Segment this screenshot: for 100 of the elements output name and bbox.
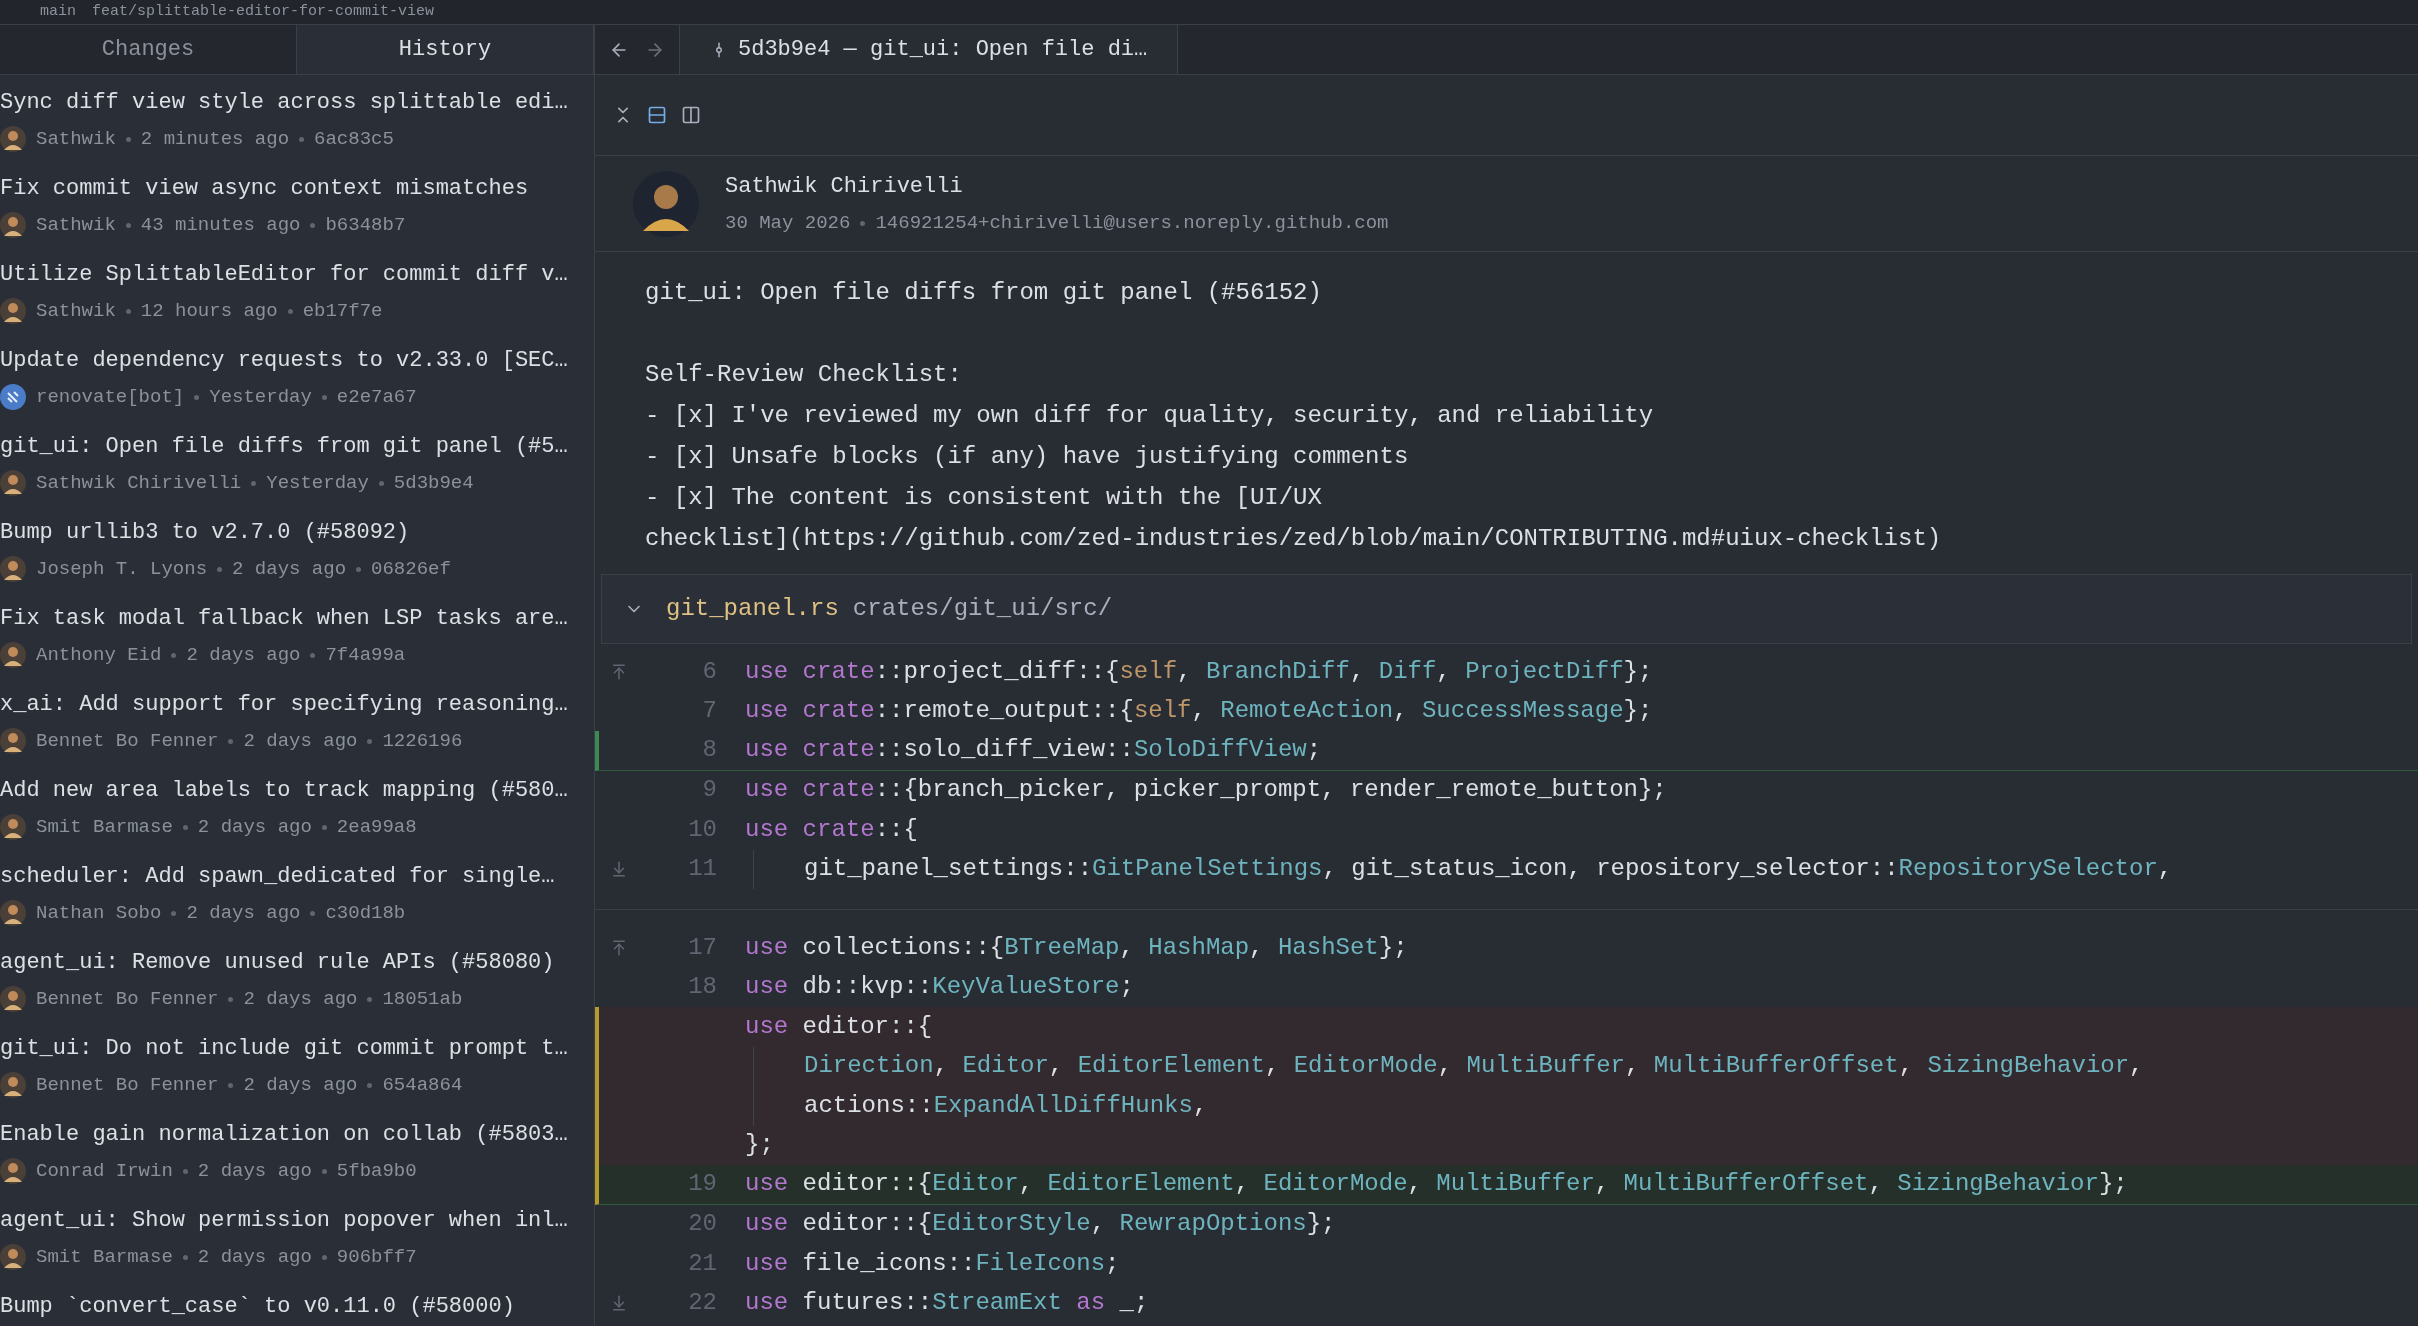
commit-time: 2 days ago (186, 643, 301, 668)
line-number: 21 (688, 1249, 717, 1277)
avatar-icon (0, 298, 26, 324)
commit-message-line: - [x] I've reviewed my own diff for quality, security, and reliability (645, 401, 1655, 431)
file-name: git_panel.rs (666, 594, 839, 624)
avatar-icon (0, 126, 26, 152)
line-number: 19 (688, 1170, 717, 1198)
commit-sha: e2e7a67 (336, 385, 417, 410)
code-text: use crate::{branch_picker, picker_prompt, render_remote_button}; (745, 775, 1667, 806)
line-number: 22 (688, 1289, 717, 1317)
commit-sha: 7f4a99a (325, 643, 406, 668)
line-number: 6 (702, 657, 717, 685)
commit-sha: 906bff7 (336, 1245, 417, 1270)
commit-title[interactable]: git_ui: Open file diffs from git panel (#5… (0, 432, 586, 462)
commit-date: 30 May 2026 (725, 210, 851, 236)
avatar-icon (0, 470, 26, 496)
commit-author: Bennet Bo Fenner (36, 987, 219, 1012)
commit-title[interactable]: Sync diff view style across splittable edi… (0, 88, 586, 118)
commit-author: Sathwik (36, 127, 116, 152)
commit-author: Conrad Irwin (36, 1159, 173, 1184)
code-text: use editor::{ (745, 1011, 933, 1042)
commit-time: 2 days ago (197, 815, 312, 840)
commit-sha: 06826ef (371, 557, 451, 582)
split-view-icon[interactable] (681, 105, 701, 125)
commit-title[interactable]: agent_ui: Show permission popover when inl… (0, 1206, 586, 1236)
commit-message-line: - [x] Unsafe blocks (if any) have justifying comments (645, 442, 1410, 472)
commit-message-line: - [x] The content is consistent with the [UI/UX (645, 483, 1323, 513)
avatar-icon (0, 212, 26, 238)
code-text: }; (745, 1130, 774, 1161)
commit-title[interactable]: x_ai: Add support for specifying reasoning… (0, 690, 586, 720)
line-number: 17 (688, 933, 717, 961)
expand-up-icon[interactable] (610, 938, 628, 957)
commit-time: 2 days ago (186, 901, 301, 926)
code-text: actions::ExpandAllDiffHunks, (753, 1086, 1208, 1126)
expand-down-icon[interactable] (610, 860, 628, 879)
commit-title[interactable]: Add new area labels to track mapping (#580… (0, 776, 586, 806)
commit-author: Sathwik Chirivelli (36, 471, 242, 496)
commit-author: Bennet Bo Fenner (36, 1073, 219, 1098)
breadcrumb-item[interactable]: feat/splittable-editor-for-commit-view (92, 0, 435, 24)
commit-time: 2 days ago (197, 1245, 312, 1270)
code-text: use db::kvp::KeyValueStore; (745, 972, 1134, 1003)
code-text: use collections::{BTreeMap, HashMap, HashSet}; (745, 932, 1408, 963)
commit-title[interactable]: Update dependency requests to v2.33.0 [SEC… (0, 346, 586, 376)
code-text: use crate::{ (745, 814, 918, 845)
unified-view-icon[interactable] (647, 105, 667, 125)
commit-title[interactable]: Enable gain normalization on collab (#5803… (0, 1120, 586, 1150)
avatar-icon (0, 728, 26, 754)
avatar-icon (0, 556, 26, 582)
commit-title[interactable]: Bump `convert_case` to v0.11.0 (#58000) (0, 1292, 586, 1322)
commit-time: Yesterday (266, 471, 369, 496)
commit-message-line: Self-Review Checklist: (645, 360, 963, 390)
line-number: 18 (688, 973, 717, 1001)
commit-sha: 18051ab (382, 987, 463, 1012)
avatar-icon (0, 1072, 26, 1098)
commit-author: Sathwik (36, 213, 116, 238)
commit-sha: b6348b7 (325, 213, 406, 238)
breadcrumb-item[interactable]: main (40, 0, 76, 24)
editor-tab[interactable]: 5d3b9e4 — git_ui: Open file di… (680, 25, 1179, 74)
commit-time: 2 days ago (243, 729, 358, 754)
avatar-icon (0, 642, 26, 668)
line-number: 11 (688, 855, 717, 883)
code-text: use editor::{EditorStyle, RewrapOptions}; (745, 1209, 1336, 1240)
avatar-icon (0, 900, 26, 926)
code-text: git_panel_settings::GitPanelSettings, git_status_icon, repository_selector::RepositorySelector, (753, 849, 2173, 889)
panel-tab[interactable]: Changes (0, 25, 297, 74)
line-number: 8 (702, 736, 717, 764)
commit-title[interactable]: git_ui: Do not include git commit prompt t… (0, 1034, 586, 1064)
line-number: 10 (688, 815, 717, 843)
avatar-icon (0, 1244, 26, 1270)
code-text: use editor::{Editor, EditorElement, EditorMode, MultiBuffer, MultiBufferOffset, SizingBehavior}; (745, 1169, 2128, 1200)
commit-sha: c30d18b (325, 901, 406, 926)
code-text: use crate::solo_diff_view::SoloDiffView; (745, 735, 1322, 766)
commit-title[interactable]: Bump urllib3 to v2.7.0 (#58092) (0, 518, 586, 548)
commit-time: 2 days ago (232, 557, 347, 582)
commit-time: 2 minutes ago (140, 127, 290, 152)
commit-time: 2 days ago (197, 1159, 312, 1184)
commit-title[interactable]: agent_ui: Remove unused rule APIs (#58080) (0, 948, 586, 978)
commit-sha: 1226196 (382, 729, 463, 754)
commit-author: Bennet Bo Fenner (36, 729, 219, 754)
commit-sha: 2ea99a8 (336, 815, 417, 840)
expand-up-icon[interactable] (610, 662, 628, 681)
line-number: 9 (702, 776, 717, 804)
commit-title[interactable]: Fix commit view async context mismatches (0, 174, 586, 204)
avatar-icon (633, 170, 699, 237)
commit-time: 2 days ago (243, 1073, 358, 1098)
code-text: use futures::StreamExt as _; (745, 1288, 1149, 1319)
commit-time: 2 days ago (243, 987, 358, 1012)
commit-author: Joseph T. Lyons (36, 557, 208, 582)
commit-title[interactable]: Utilize SplittableEditor for commit diff v… (0, 260, 586, 290)
commit-title[interactable]: scheduler: Add spawn_dedicated for single… (0, 862, 586, 892)
avatar-icon (0, 986, 26, 1012)
expand-down-icon[interactable] (610, 1294, 628, 1313)
code-text: use crate::remote_output::{self, RemoteAction, SuccessMessage}; (745, 696, 1653, 727)
commit-author: Smit Barmase (36, 815, 173, 840)
commit-title[interactable]: Fix task modal fallback when LSP tasks are… (0, 604, 586, 634)
commit-message-line: checklist](https://github.com/zed-industries/zed/blob/main/CONTRIBUTING.md#uiux-checklist) (645, 524, 1943, 554)
line-number: 7 (702, 697, 717, 725)
line-number: 20 (688, 1210, 717, 1238)
commit-author: Anthony Eid (36, 643, 162, 668)
file-path: crates/git_ui/src/ (852, 594, 1113, 624)
